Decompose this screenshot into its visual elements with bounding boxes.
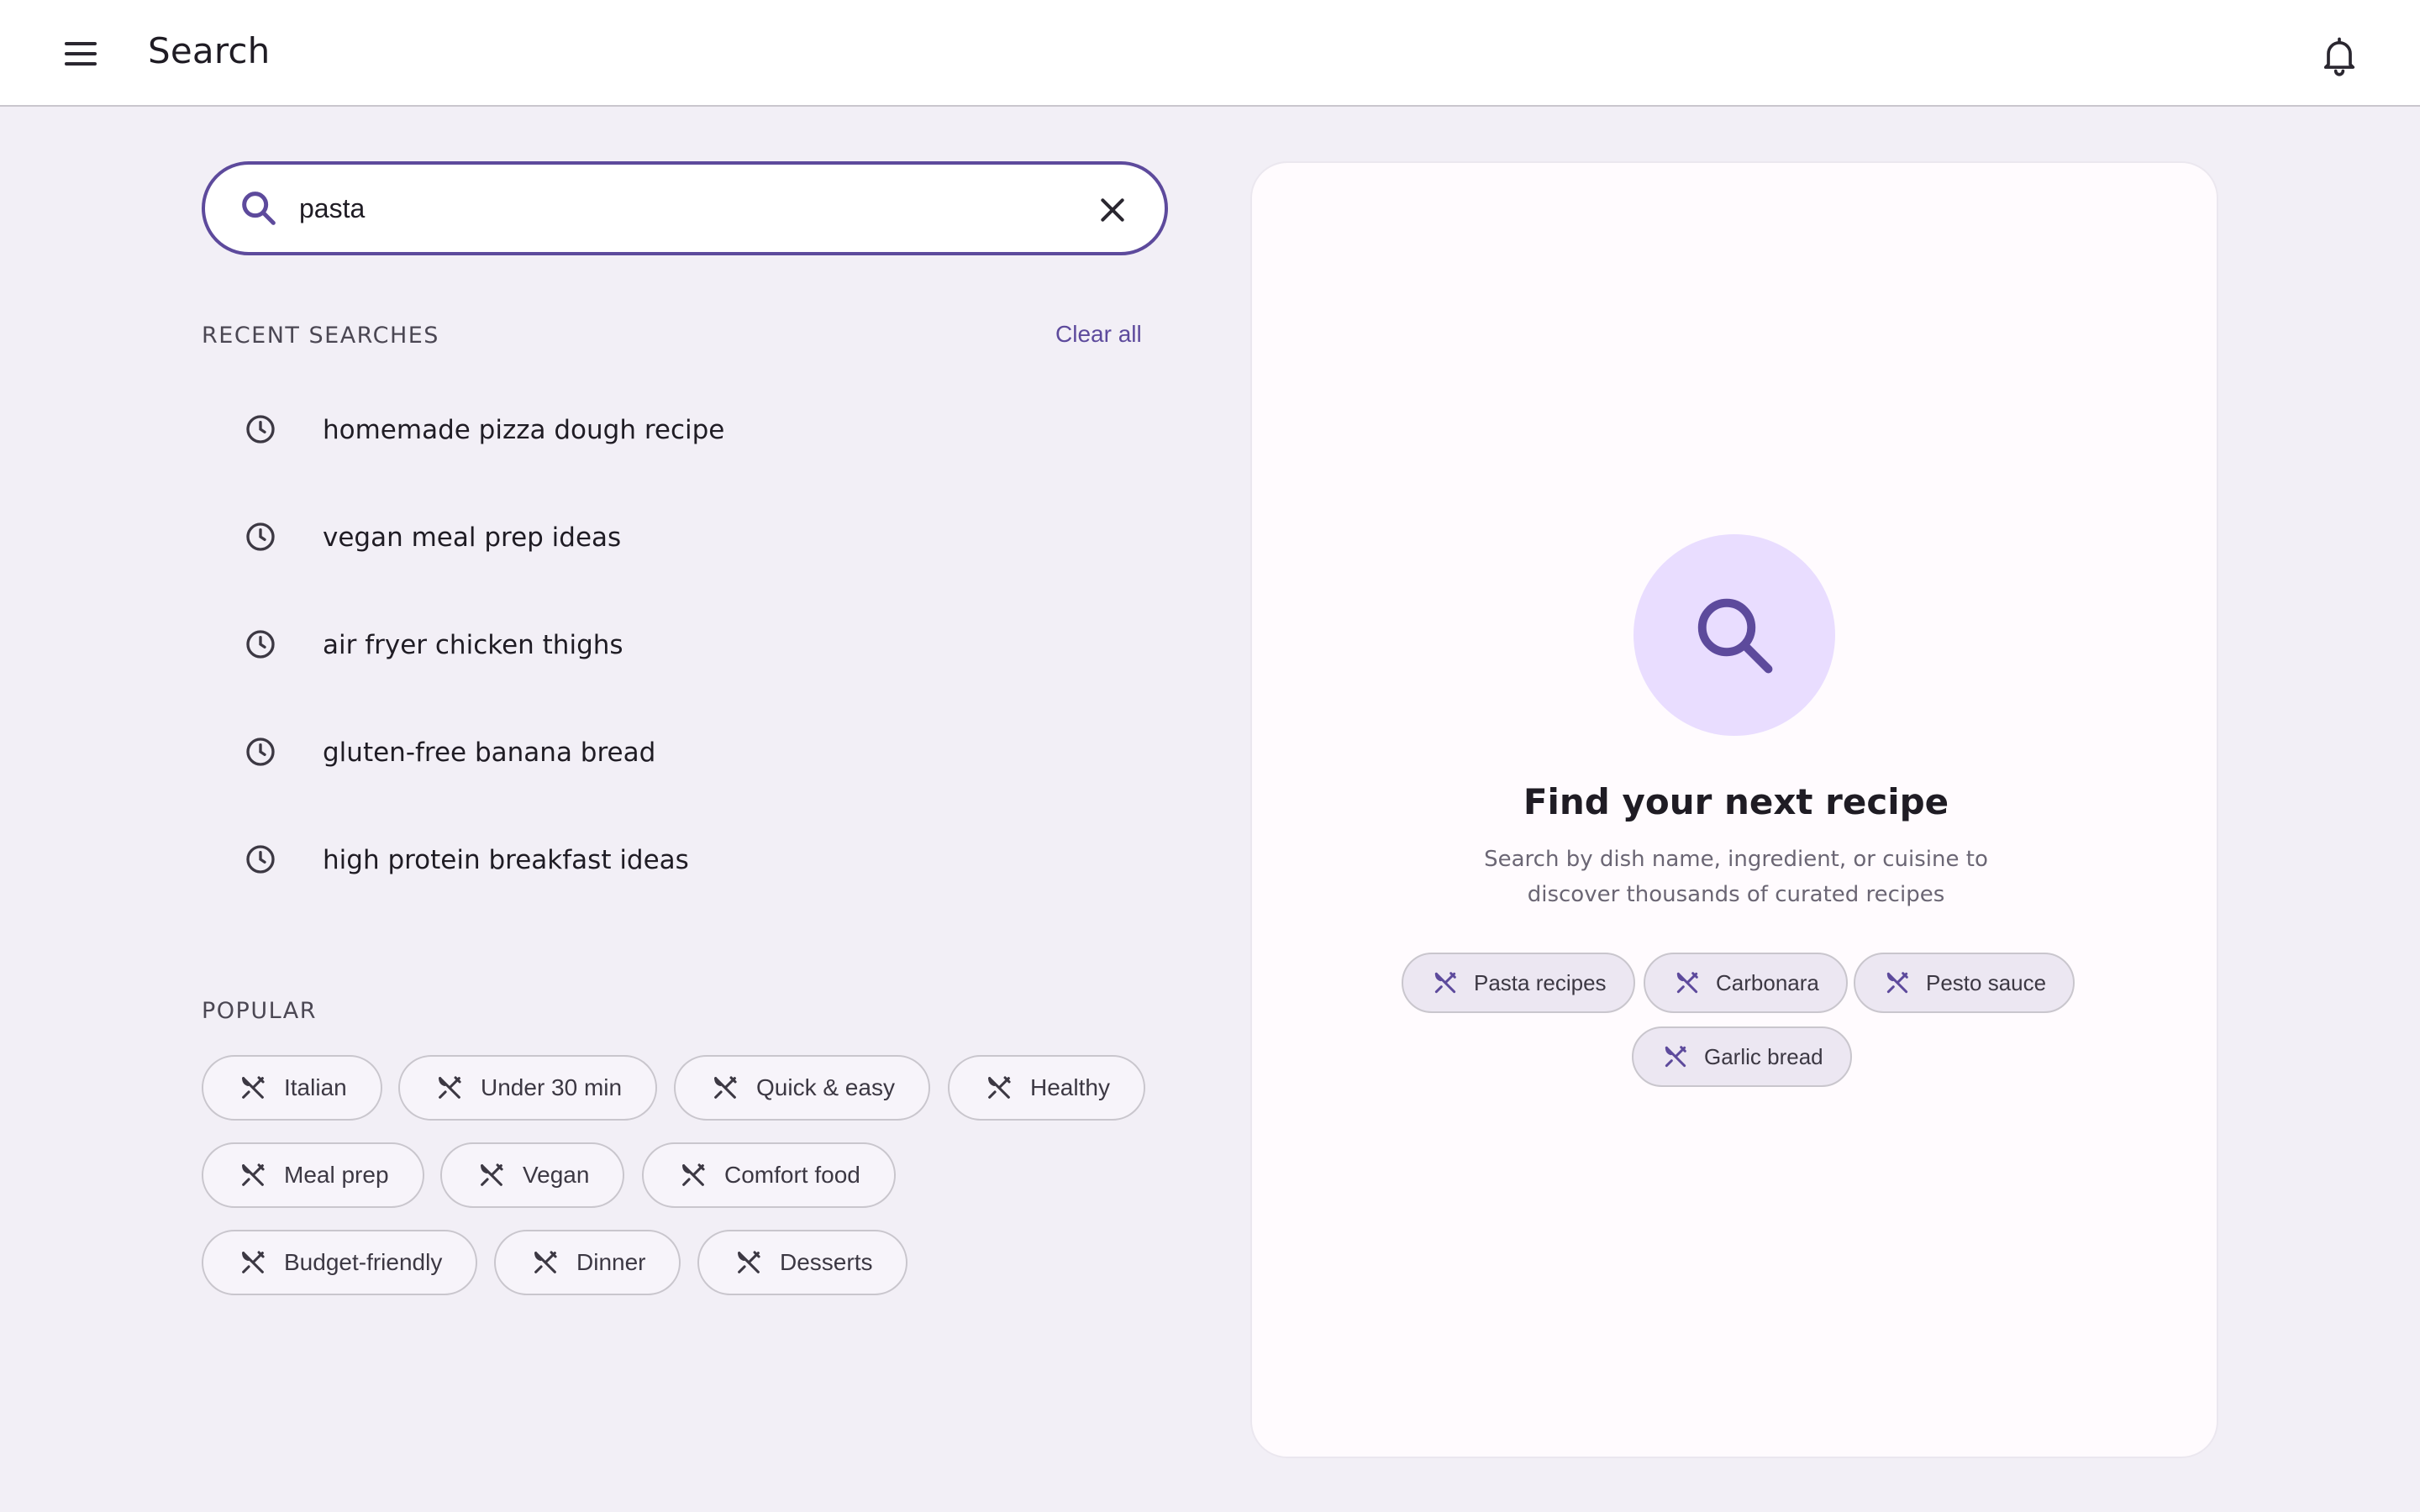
popular-chip-label: Healthy xyxy=(1030,1074,1110,1100)
suggestion-chip[interactable]: Pesto sauce xyxy=(1854,953,2075,1013)
utensils-icon xyxy=(1884,969,1911,996)
popular-chip[interactable]: Dinner xyxy=(494,1230,681,1295)
utensils-icon xyxy=(679,1161,708,1189)
suggestion-chip[interactable]: Garlic bread xyxy=(1632,1026,1852,1087)
empty-state-title: Find your next recipe xyxy=(1523,781,1949,822)
recent-search-item[interactable]: homemade pizza dough recipe xyxy=(227,386,1160,479)
recent-search-label: gluten-free banana bread xyxy=(323,738,656,768)
utensils-icon xyxy=(734,1248,763,1277)
utensils-icon xyxy=(1662,1043,1689,1070)
popular-chip-label: Vegan xyxy=(523,1162,590,1188)
search-icon xyxy=(237,186,281,230)
recent-search-label: homemade pizza dough recipe xyxy=(323,415,725,445)
menu-icon[interactable] xyxy=(59,34,103,74)
clock-icon xyxy=(244,627,277,661)
recent-search-label: vegan meal prep ideas xyxy=(323,522,622,553)
clock-icon xyxy=(244,735,277,769)
page-title: Search xyxy=(148,30,271,71)
utensils-icon xyxy=(531,1248,560,1277)
popular-chip-label: Comfort food xyxy=(724,1162,860,1188)
empty-state-card: Find your next recipe Search by dish nam… xyxy=(1250,161,2218,1458)
recent-search-item[interactable]: vegan meal prep ideas xyxy=(227,494,1160,586)
utensils-icon xyxy=(711,1074,739,1102)
popular-chip[interactable]: Meal prep xyxy=(202,1142,424,1208)
popular-chip[interactable]: Desserts xyxy=(697,1230,908,1295)
utensils-icon xyxy=(477,1161,506,1189)
close-icon[interactable] xyxy=(1096,193,1129,227)
clock-icon xyxy=(244,520,277,554)
utensils-icon xyxy=(435,1074,464,1102)
utensils-icon xyxy=(239,1074,267,1102)
suggestion-chip[interactable]: Carbonara xyxy=(1644,953,1848,1013)
clock-icon xyxy=(244,412,277,446)
clock-icon xyxy=(244,843,277,876)
popular-chip[interactable]: Under 30 min xyxy=(398,1055,658,1121)
search-input[interactable] xyxy=(299,183,1039,234)
popular-chip-label: Dinner xyxy=(576,1249,646,1275)
popular-chip-label: Quick & easy xyxy=(756,1074,895,1100)
popular-chip-label: Under 30 min xyxy=(481,1074,623,1100)
recent-search-item[interactable]: air fryer chicken thighs xyxy=(227,601,1160,694)
utensils-icon xyxy=(1432,969,1459,996)
recent-search-label: air fryer chicken thighs xyxy=(323,630,623,660)
recent-search-item[interactable]: gluten-free banana bread xyxy=(227,709,1160,801)
search-bar[interactable] xyxy=(202,161,1168,255)
popular-chip-label: Meal prep xyxy=(284,1162,389,1188)
popular-chip[interactable]: Quick & easy xyxy=(674,1055,930,1121)
suggestion-chip[interactable]: Pasta recipes xyxy=(1402,953,1635,1013)
suggestion-chip-label: Pesto sauce xyxy=(1926,969,2047,995)
utensils-icon xyxy=(239,1248,267,1277)
popular-chip[interactable]: Comfort food xyxy=(642,1142,896,1208)
popular-chip[interactable]: Italian xyxy=(202,1055,382,1121)
popular-chip-label: Desserts xyxy=(780,1249,873,1275)
popular-chip[interactable]: Vegan xyxy=(440,1142,625,1208)
bell-icon[interactable] xyxy=(2317,34,2361,77)
popular-chip[interactable]: Healthy xyxy=(948,1055,1145,1121)
popular-heading: POPULAR xyxy=(202,998,317,1024)
popular-chip-label: Italian xyxy=(284,1074,347,1100)
clear-all-button[interactable]: Clear all xyxy=(1055,321,1142,348)
utensils-icon xyxy=(985,1074,1013,1102)
suggestion-chip-label: Pasta recipes xyxy=(1474,969,1607,995)
suggestion-chip-label: Carbonara xyxy=(1716,969,1819,995)
recent-searches-heading: RECENT SEARCHES xyxy=(202,323,439,349)
empty-state-subtitle: Search by dish name, ingredient, or cuis… xyxy=(1484,847,1988,907)
utensils-icon xyxy=(1674,969,1701,996)
hero-search-icon xyxy=(1634,534,1835,736)
popular-chip[interactable]: Budget-friendly xyxy=(202,1230,478,1295)
recent-search-item[interactable]: high protein breakfast ideas xyxy=(227,816,1160,909)
suggestion-chip-label: Garlic bread xyxy=(1704,1043,1823,1069)
top-app-bar: Search xyxy=(0,0,2420,107)
popular-chip-label: Budget-friendly xyxy=(284,1249,443,1275)
recent-search-label: high protein breakfast ideas xyxy=(323,845,689,875)
utensils-icon xyxy=(239,1161,267,1189)
